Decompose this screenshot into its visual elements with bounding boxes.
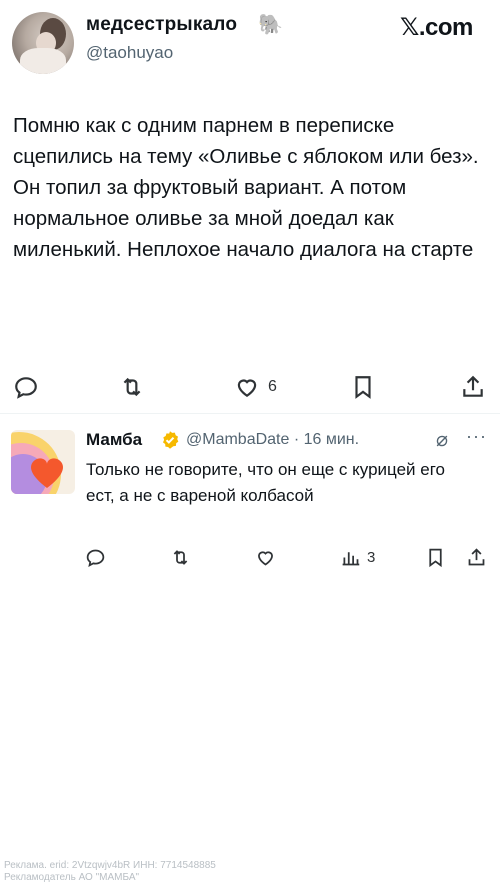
avatar[interactable] xyxy=(12,12,74,74)
author-display-name[interactable]: медсестрыкало xyxy=(86,14,237,36)
reply-icon xyxy=(15,377,37,399)
views-count: 3 xyxy=(367,548,376,566)
bookmark-icon xyxy=(429,548,442,567)
grok-icon[interactable]: ⌀ xyxy=(436,427,448,452)
retweet-icon xyxy=(173,549,188,565)
x-logo-icon: 𝕏 xyxy=(400,13,419,41)
ad-disclaimer-line2: Рекламодатель АО "МАМБА" xyxy=(4,872,140,883)
reply-display-name[interactable]: Мамба xyxy=(86,430,142,450)
reply-text: Только не говорите, что он еще с курицей… xyxy=(86,460,446,505)
reply-bookmark-button[interactable] xyxy=(425,544,446,570)
reply-icon xyxy=(86,549,105,567)
like-button[interactable]: 6 xyxy=(234,372,277,402)
ad-disclaimer-line1: Реклама. erid: 2Vtzqwjv4bR ИНН: 77145488… xyxy=(4,860,216,871)
reply-share-button[interactable] xyxy=(466,544,487,570)
reply-reply-button[interactable] xyxy=(85,544,106,570)
share-icon xyxy=(463,375,483,397)
bookmark-button[interactable] xyxy=(350,372,376,402)
reply-views-button[interactable]: 3 xyxy=(340,544,375,570)
share-button[interactable] xyxy=(460,372,486,402)
elephant-emoji: 🐘 xyxy=(258,14,283,36)
heart-icon xyxy=(258,550,273,566)
reply-retweet-button[interactable] xyxy=(170,544,191,570)
divider xyxy=(0,413,500,414)
mamba-logo-icon xyxy=(11,432,63,494)
x-com-logo: 𝕏.com xyxy=(400,13,473,42)
author-handle[interactable]: @taohuyao xyxy=(86,43,173,63)
retweet-button[interactable] xyxy=(119,372,145,402)
meta-separator: · xyxy=(293,431,300,448)
reply-meta: @MambaDate · 16 мин. xyxy=(186,431,359,449)
verified-badge-icon xyxy=(163,431,179,449)
post-actions: 6 xyxy=(0,372,500,402)
more-options-icon[interactable]: ··· xyxy=(466,426,487,447)
like-count: 6 xyxy=(268,378,277,395)
views-icon xyxy=(342,551,360,565)
reply-handle[interactable]: @MambaDate xyxy=(186,431,289,448)
bookmark-icon xyxy=(355,376,371,399)
post-text: Помню как с одним парнем в переписке сце… xyxy=(13,114,479,261)
retweet-icon xyxy=(123,377,141,397)
reply-button[interactable] xyxy=(13,372,39,402)
reply-time[interactable]: 16 мин. xyxy=(304,431,359,448)
share-icon xyxy=(468,547,485,565)
brand-suffix: .com xyxy=(418,14,474,41)
ad-disclaimer: Реклама. erid: 2Vtzqwjv4bR ИНН: 77145488… xyxy=(4,860,216,884)
mamba-logo[interactable] xyxy=(11,430,75,494)
reply-actions: 3 xyxy=(0,544,500,570)
heart-icon xyxy=(237,379,257,397)
reply-like-button[interactable] xyxy=(255,544,276,570)
